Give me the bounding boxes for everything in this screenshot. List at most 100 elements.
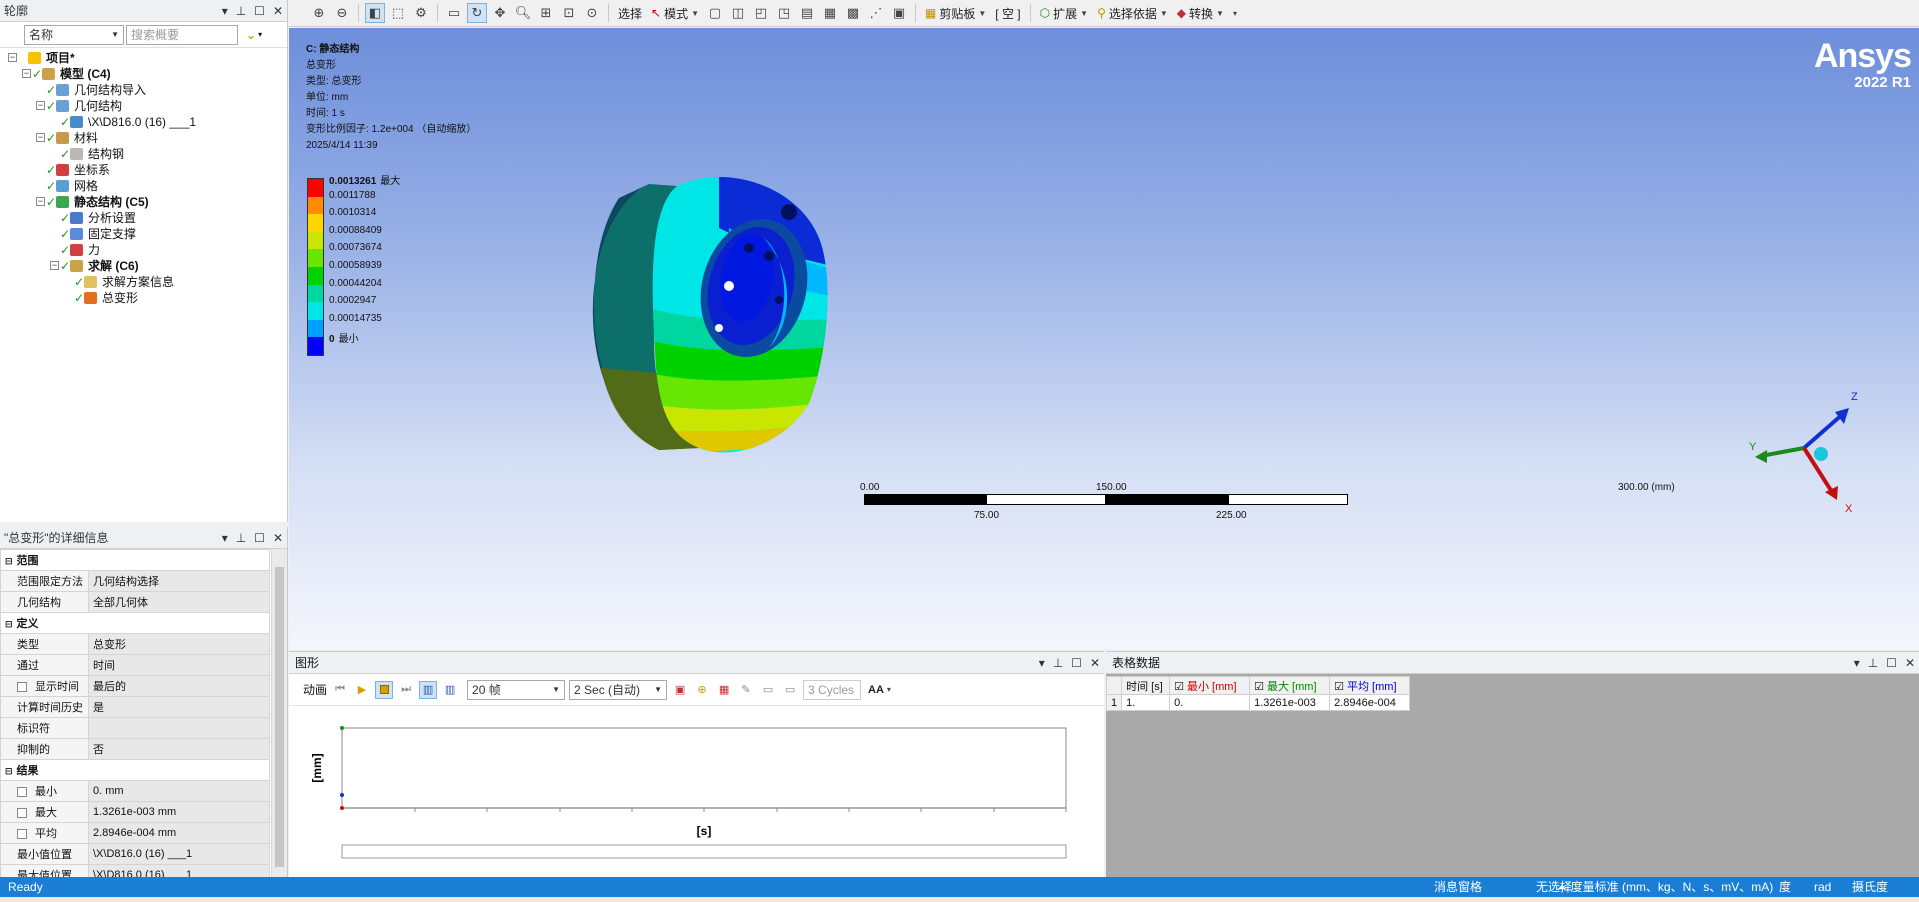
tree-item[interactable]: ✓ 分析设置 [0, 210, 287, 226]
select-node-icon[interactable]: ▦ [820, 3, 840, 23]
details-value[interactable]: 否 [88, 738, 270, 760]
collapse-icon[interactable]: ⊟ [5, 619, 13, 629]
table-cell[interactable]: 2.8946e-004 [1329, 694, 1411, 711]
table-column-header[interactable]: 时间 [s] [1121, 676, 1171, 695]
details-row[interactable]: 范围限定方法 几何结构选择 [0, 570, 270, 592]
grid-icon[interactable]: ▦ [715, 681, 733, 699]
filter-chevron-icon[interactable]: ⌄ [246, 28, 256, 42]
shaded-view-icon[interactable]: ◧ [365, 3, 385, 23]
paste-icon[interactable]: ▭ [781, 681, 799, 699]
duration-dropdown[interactable]: 2 Sec (自动) ▼ [569, 679, 668, 700]
convert-dropdown[interactable]: ◆ 转换 ▼ [1174, 5, 1227, 22]
copy-icon[interactable]: ▭ [759, 681, 777, 699]
tree-item[interactable]: − 项目* [0, 50, 287, 66]
expander-icon[interactable]: − [36, 101, 45, 110]
select-element-icon[interactable]: ▤ [797, 3, 817, 23]
aa-dropdown[interactable]: AA ▾ [865, 684, 894, 696]
mode-dropdown[interactable]: ↖ 模式 ▼ [648, 5, 702, 22]
display-mode-icon[interactable]: ⚙ [411, 3, 431, 23]
details-row[interactable]: 标识符 [0, 717, 270, 739]
table-cell[interactable]: 1.3261e-003 [1249, 694, 1331, 711]
close-icon[interactable]: ✕ [273, 527, 283, 549]
details-value[interactable]: 1.3261e-003 mm [88, 801, 270, 823]
details-row[interactable]: 计算时间历史是 [0, 696, 270, 718]
maximize-icon[interactable]: ☐ [1886, 652, 1897, 674]
maximize-icon[interactable]: ☐ [254, 527, 265, 549]
close-icon[interactable]: ✕ [1090, 652, 1100, 674]
pin-icon[interactable]: ⊥ [1053, 652, 1063, 674]
axis-triad[interactable]: Z Y X [1749, 368, 1879, 518]
dropdown-icon[interactable]: ▾ [1039, 652, 1045, 674]
toolbar-overflow[interactable]: ▾ [1230, 9, 1240, 18]
select-button[interactable]: 选择 [615, 5, 645, 22]
brush-icon[interactable]: ✎ [737, 681, 755, 699]
dropdown-icon[interactable]: ▾ [222, 0, 228, 22]
celsius-status[interactable]: 摄氏度 [1852, 877, 1888, 897]
dropdown-icon[interactable]: ▾ [222, 527, 228, 549]
expander-icon[interactable]: − [36, 133, 45, 142]
frames-dropdown[interactable]: 20 帧 ▼ [467, 679, 566, 700]
details-row[interactable]: 最大值位置 \X\D816.0 (16) ___1 [0, 864, 270, 877]
select-face-icon[interactable]: ▢ [705, 3, 725, 23]
details-value[interactable]: 0. mm [88, 780, 270, 802]
search-input[interactable]: 搜索概要 [126, 24, 238, 45]
details-row[interactable]: 最大 1.3261e-003 mm [0, 801, 270, 823]
details-checkbox[interactable] [17, 808, 27, 819]
select-vertex-icon[interactable]: ◰ [751, 3, 771, 23]
table-row[interactable]: 1 1. 0. 1.3261e-003 2.8946e-004 [1105, 694, 1411, 711]
time-slider[interactable] [341, 844, 1067, 859]
details-value[interactable]: 总变形 [88, 633, 270, 655]
extend-select-icon[interactable]: ⋰ [866, 3, 886, 23]
details-group-header[interactable]: ⊟ 结果 [0, 759, 270, 781]
box-select-icon[interactable]: ▭ [444, 3, 464, 23]
details-checkbox[interactable] [17, 787, 27, 798]
pin-icon[interactable]: ⊥ [236, 527, 246, 549]
details-row[interactable]: 最小值位置 \X\D816.0 (16) ___1 [0, 843, 270, 865]
name-filter-combo[interactable]: 名称 ▼ [24, 24, 124, 45]
details-value[interactable]: \X\D816.0 (16) ___1 [88, 843, 270, 865]
rad-status[interactable]: rad [1814, 877, 1831, 897]
details-row[interactable]: 最小 0. mm [0, 780, 270, 802]
pin-icon[interactable]: ⊥ [1868, 652, 1878, 674]
table-cell[interactable]: 0. [1169, 694, 1251, 711]
details-value[interactable]: \X\D816.0 (16) ___1 [88, 864, 270, 877]
more-dropdown-icon[interactable]: ▾ [258, 30, 262, 39]
details-row[interactable]: 平均 2.8946e-004 mm [0, 822, 270, 844]
tree-item[interactable]: ✓ 坐标系 [0, 162, 287, 178]
pan-icon[interactable]: ✥ [490, 3, 510, 23]
graph-chart[interactable]: [mm] [s] [289, 708, 1104, 878]
details-checkbox[interactable] [17, 682, 27, 693]
collapse-icon[interactable]: ⊟ [5, 556, 13, 566]
details-row[interactable]: 通过 时间 [0, 654, 270, 676]
details-group-header[interactable]: ⊟ 定义 [0, 612, 270, 634]
select-mesh-icon[interactable]: ▩ [843, 3, 863, 23]
extend-dropdown[interactable]: ⬡ 扩展 ▼ [1037, 5, 1091, 22]
details-row[interactable]: 抑制的 否 [0, 738, 270, 760]
cycles-button[interactable]: 3 Cycles [803, 679, 862, 700]
details-value[interactable]: 几何结构选择 [88, 570, 270, 592]
tree-item[interactable]: ✓ 力 [0, 242, 287, 258]
tree-item[interactable]: ✓ 总变形 [0, 290, 287, 306]
select-body-icon[interactable]: ◳ [774, 3, 794, 23]
previous-frame-icon[interactable]: ⏮ [331, 681, 349, 699]
details-group-header[interactable]: ⊟ 范围 [0, 549, 270, 571]
tree-item[interactable]: − ✓ 模型 (C4) [0, 66, 287, 82]
table-column-header[interactable]: ☑ 平均 [mm] [1329, 676, 1411, 695]
tree-item[interactable]: − ✓ 几何结构 [0, 98, 287, 114]
select-by-dropdown[interactable]: ⚲ 选择依据 ▼ [1094, 5, 1171, 22]
select-all-icon[interactable]: ▣ [889, 3, 909, 23]
pin-icon[interactable]: ⊥ [236, 0, 246, 22]
details-value[interactable]: 全部几何体 [88, 591, 270, 613]
zoom-box-icon[interactable]: ⊞ [536, 3, 556, 23]
zoom-in-icon[interactable]: ⊕ [309, 3, 329, 23]
details-checkbox[interactable] [17, 829, 27, 840]
column-visible-checkbox[interactable]: ☑ [1334, 681, 1344, 693]
details-value[interactable]: 是 [88, 696, 270, 718]
maximize-icon[interactable]: ☐ [254, 0, 265, 22]
expander-icon[interactable]: − [8, 53, 17, 62]
column-visible-checkbox[interactable]: ☑ [1254, 681, 1264, 693]
details-value[interactable] [88, 717, 270, 739]
wireframe-icon[interactable]: ⬚ [388, 3, 408, 23]
expander-icon[interactable]: − [50, 261, 59, 270]
details-value[interactable]: 最后的 [88, 675, 270, 697]
